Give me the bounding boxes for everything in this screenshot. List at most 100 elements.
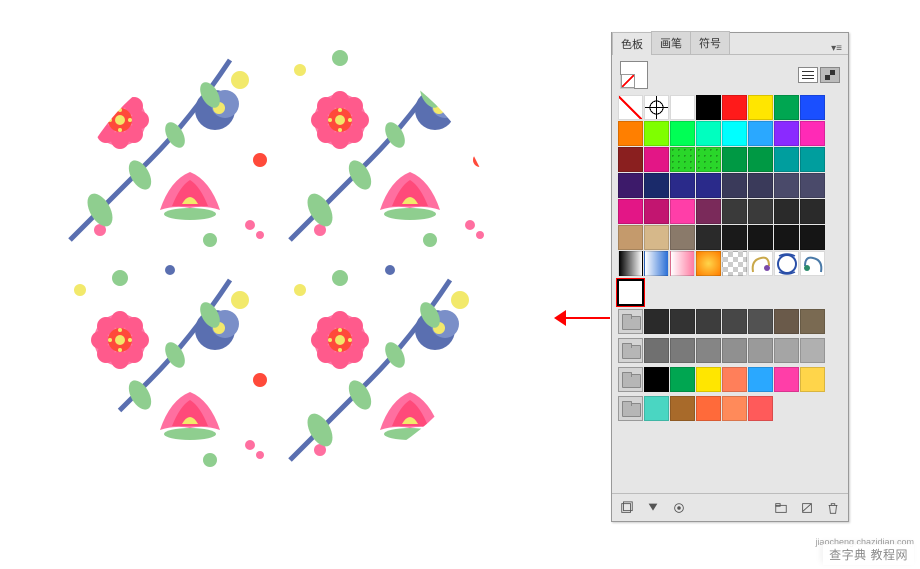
swatch-n4[interactable] xyxy=(722,338,747,363)
swatch-emerald[interactable] xyxy=(722,147,747,172)
swatch-camel[interactable] xyxy=(618,225,643,250)
swatch-magenta-3[interactable] xyxy=(644,199,669,224)
swatch-w4[interactable] xyxy=(722,396,747,421)
swatch-grad-sun[interactable] xyxy=(696,251,721,276)
swatch-near-black-2[interactable] xyxy=(774,225,799,250)
swatch-w3[interactable] xyxy=(696,396,721,421)
swatch-n7[interactable] xyxy=(800,338,825,363)
tab-swatches[interactable]: 色板 xyxy=(612,32,652,55)
swatch-magenta-2[interactable] xyxy=(618,199,643,224)
swatch-c3[interactable] xyxy=(696,367,721,392)
swatch-magenta[interactable] xyxy=(644,147,669,172)
swatch-hot-pink[interactable] xyxy=(670,199,695,224)
swatch-lime[interactable] xyxy=(644,121,669,146)
swatch-new-floral-pattern[interactable] xyxy=(618,280,643,305)
swatch-n1[interactable] xyxy=(644,338,669,363)
swatch-steel[interactable] xyxy=(774,173,799,198)
new-swatch-icon[interactable] xyxy=(798,499,816,517)
swatch-w2[interactable] xyxy=(670,396,695,421)
swatch-taupe[interactable] xyxy=(670,225,695,250)
swatch-pattern-ornament-right[interactable] xyxy=(800,251,825,276)
swatch-grad-blue[interactable] xyxy=(644,251,669,276)
swatch-bright-green-2[interactable] xyxy=(696,147,721,172)
swatch-n3[interactable] xyxy=(696,338,721,363)
swatch-indigo[interactable] xyxy=(670,173,695,198)
swatch-near-black[interactable] xyxy=(748,225,773,250)
swatch-navy[interactable] xyxy=(644,173,669,198)
swatch-emerald-2[interactable] xyxy=(748,147,773,172)
swatch-plum[interactable] xyxy=(696,199,721,224)
swatch-blue[interactable] xyxy=(800,95,825,120)
swatch-slate-2[interactable] xyxy=(748,173,773,198)
swatch-w5[interactable] xyxy=(748,396,773,421)
swatch-pattern-ornament-left[interactable] xyxy=(748,251,773,276)
swatch-c7[interactable] xyxy=(800,367,825,392)
swatch-white[interactable] xyxy=(670,95,695,120)
swatch-teal[interactable] xyxy=(774,147,799,172)
delete-swatch-icon[interactable] xyxy=(824,499,842,517)
folder-icon[interactable] xyxy=(618,367,643,392)
folder-icon[interactable] xyxy=(618,309,643,334)
swatch-rose[interactable] xyxy=(800,121,825,146)
swatch-n2[interactable] xyxy=(670,338,695,363)
swatch-g6[interactable] xyxy=(774,309,799,334)
swatch-transparent[interactable] xyxy=(722,251,747,276)
swatch-dark-gray-2[interactable] xyxy=(748,199,773,224)
swatch-grad-bw[interactable] xyxy=(618,251,643,276)
swatch-near-black-3[interactable] xyxy=(800,225,825,250)
swatch-bright-green[interactable] xyxy=(670,147,695,172)
swatch-c4[interactable] xyxy=(722,367,747,392)
swatch-darker-gray-2[interactable] xyxy=(800,199,825,224)
swatch-w1[interactable] xyxy=(644,396,669,421)
swatch-darker-gray[interactable] xyxy=(774,199,799,224)
swatch-steel-2[interactable] xyxy=(800,173,825,198)
swatch-n5[interactable] xyxy=(748,338,773,363)
swatch-spring-green[interactable] xyxy=(670,121,695,146)
panel-menu-icon[interactable]: ▾≡ xyxy=(825,43,848,54)
swatch-violet[interactable] xyxy=(774,121,799,146)
swatch-options-icon[interactable] xyxy=(670,499,688,517)
folder-icon[interactable] xyxy=(618,396,643,421)
swatch-green[interactable] xyxy=(774,95,799,120)
active-fill-stroke-indicator[interactable] xyxy=(620,61,648,89)
swatch-n6[interactable] xyxy=(774,338,799,363)
swatch-azure[interactable] xyxy=(748,121,773,146)
list-view-button[interactable] xyxy=(798,67,818,83)
swatch-grad-pink[interactable] xyxy=(670,251,695,276)
swatch-none[interactable] xyxy=(618,95,643,120)
swatch-aqua-green[interactable] xyxy=(696,121,721,146)
swatch-darkest[interactable] xyxy=(722,225,747,250)
swatch-deep-purple[interactable] xyxy=(618,173,643,198)
swatch-registration[interactable] xyxy=(644,95,669,120)
swatch-c5[interactable] xyxy=(748,367,773,392)
swatch-charcoal[interactable] xyxy=(696,225,721,250)
swatch-dark-red[interactable] xyxy=(618,147,643,172)
swatch-c2[interactable] xyxy=(670,367,695,392)
folder-icon[interactable] xyxy=(618,338,643,363)
grid-view-button[interactable] xyxy=(820,67,840,83)
swatch-g1[interactable] xyxy=(644,309,669,334)
swatch-cyan[interactable] xyxy=(722,121,747,146)
swatch-slate[interactable] xyxy=(722,173,747,198)
swatch-libraries-icon[interactable] xyxy=(618,499,636,517)
swatch-g4[interactable] xyxy=(722,309,747,334)
swatch-c1[interactable] xyxy=(644,367,669,392)
tab-brushes[interactable]: 画笔 xyxy=(651,31,691,54)
canvas-artwork-circle[interactable] xyxy=(60,40,500,480)
swatch-c6[interactable] xyxy=(774,367,799,392)
swatch-pattern-blue-white[interactable] xyxy=(774,251,799,276)
new-color-group-icon[interactable] xyxy=(772,499,790,517)
swatch-black[interactable] xyxy=(696,95,721,120)
swatch-g7[interactable] xyxy=(800,309,825,334)
swatch-teal-2[interactable] xyxy=(800,147,825,172)
swatch-g5[interactable] xyxy=(748,309,773,334)
swatch-yellow[interactable] xyxy=(748,95,773,120)
swatch-tan[interactable] xyxy=(644,225,669,250)
swatch-dark-gray[interactable] xyxy=(722,199,747,224)
swatch-g2[interactable] xyxy=(670,309,695,334)
swatch-indigo-2[interactable] xyxy=(696,173,721,198)
swatch-orange[interactable] xyxy=(618,121,643,146)
swatch-kinds-menu-icon[interactable] xyxy=(644,499,662,517)
swatch-g3[interactable] xyxy=(696,309,721,334)
tab-symbols[interactable]: 符号 xyxy=(690,31,730,54)
